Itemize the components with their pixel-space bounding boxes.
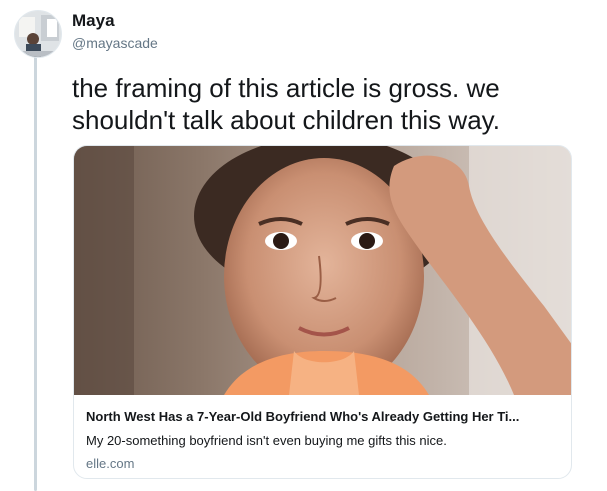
avatar-image [15, 11, 61, 57]
card-title[interactable]: North West Has a 7-Year-Old Boyfriend Wh… [86, 409, 559, 425]
link-card[interactable]: North West Has a 7-Year-Old Boyfriend Wh… [73, 145, 572, 479]
thread-line [34, 56, 37, 491]
display-name[interactable]: Maya [72, 11, 115, 31]
card-image[interactable] [74, 146, 572, 395]
tweet-text: the framing of this article is gross. we… [72, 73, 500, 135]
card-description: My 20-something boyfriend isn't even buy… [86, 433, 447, 448]
card-domain: elle.com [86, 456, 135, 471]
handle[interactable]: @mayascade [72, 35, 158, 51]
avatar[interactable] [14, 10, 62, 58]
